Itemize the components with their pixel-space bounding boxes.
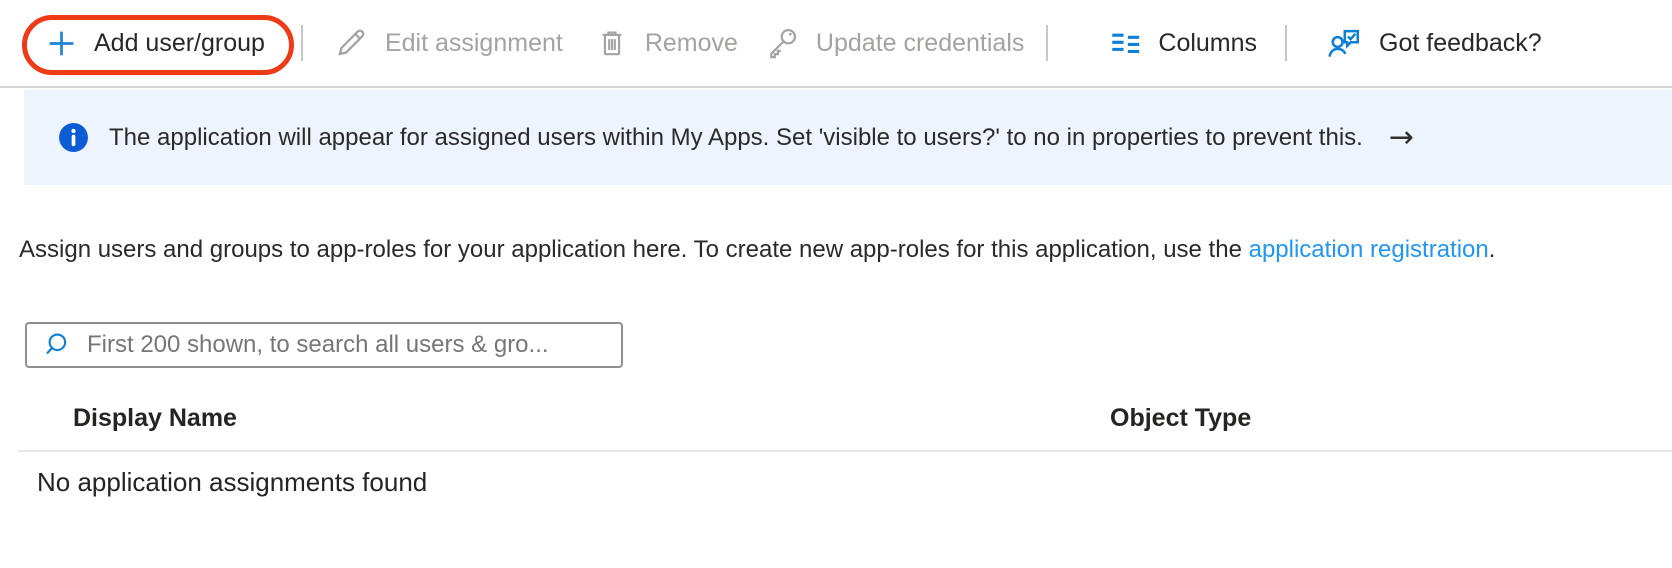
empty-assignments-message: No application assignments found [37,467,427,498]
pencil-icon [333,25,369,61]
toolbar-separator [1046,25,1048,61]
toolbar-separator [1285,25,1287,61]
application-registration-link[interactable]: application registration [1249,236,1489,263]
intro-paragraph: Assign users and groups to app-roles for… [19,236,1495,264]
search-icon [43,330,73,360]
banner-arrow-link[interactable]: → [1389,123,1414,153]
trash-icon [595,26,629,60]
search-box [25,322,623,368]
users-and-groups-blade: Add user/group Edit assignment [0,0,1672,568]
edit-assignment-label: Edit assignment [385,29,563,58]
info-banner: The application will appear for assigned… [24,90,1672,185]
got-feedback-label: Got feedback? [1379,29,1542,58]
remove-label: Remove [645,29,738,58]
update-credentials-label: Update credentials [816,29,1024,58]
add-user-group-button[interactable]: Add user/group [45,27,265,60]
feedback-person-icon [1325,24,1363,62]
got-feedback-button[interactable]: Got feedback? [1325,24,1542,62]
add-user-group-label: Add user/group [94,29,265,58]
intro-text-after: . [1489,236,1496,263]
columns-icon [1108,26,1142,60]
command-bar: Add user/group Edit assignment [0,0,1672,88]
plus-icon [45,27,78,60]
toolbar-separator [301,25,303,61]
column-header-display-name[interactable]: Display Name [73,404,237,433]
columns-label: Columns [1158,29,1257,58]
remove-button[interactable]: Remove [595,26,738,60]
edit-assignment-button[interactable]: Edit assignment [333,25,563,61]
info-banner-text: The application will appear for assigned… [109,124,1363,152]
search-input[interactable] [85,330,611,360]
update-credentials-button[interactable]: Update credentials [764,25,1024,61]
columns-button[interactable]: Columns [1108,26,1257,60]
table-header-divider [18,450,1672,452]
intro-text-before: Assign users and groups to app-roles for… [19,236,1249,263]
column-header-object-type[interactable]: Object Type [1110,404,1251,433]
key-icon [764,25,800,61]
info-icon [58,122,89,153]
